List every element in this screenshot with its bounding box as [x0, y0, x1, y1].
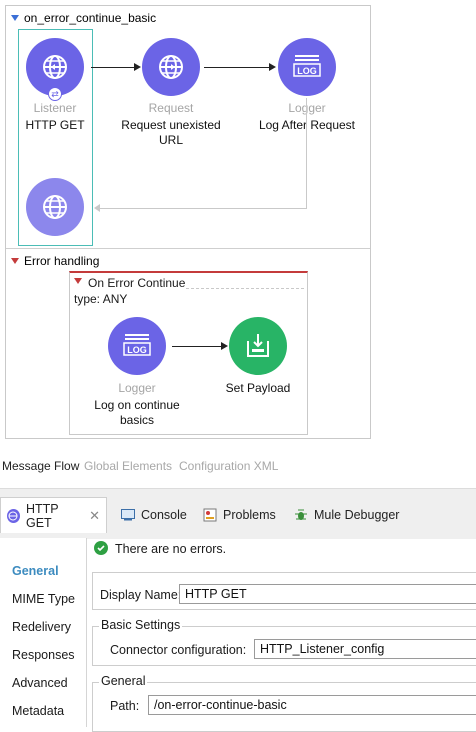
display-name-label: Display Name: [100, 588, 182, 602]
nav-advanced[interactable]: Advanced [12, 676, 68, 690]
exchange-pattern-icon: ⇄ [48, 87, 62, 101]
globe-icon [7, 508, 20, 523]
display-name-input[interactable] [179, 584, 476, 604]
tab-mule-debugger[interactable]: Mule Debugger [294, 497, 399, 533]
basic-settings-legend: Basic Settings [99, 618, 183, 632]
debugger-icon [295, 509, 307, 520]
tab-label: HTTP GET [25, 501, 59, 530]
flow-arrow [172, 346, 222, 347]
error-handling-header[interactable]: Error handling [11, 254, 99, 268]
section-divider [6, 248, 370, 249]
console-icon [121, 509, 135, 521]
scope-type: type: ANY [74, 292, 128, 306]
tab-http-get[interactable]: HTTP GET ✕ [0, 497, 107, 533]
error-logger-node-icon[interactable]: LOG [108, 317, 166, 375]
collapse-triangle-icon[interactable] [11, 15, 19, 21]
flow-header[interactable]: on_error_continue_basic [11, 11, 156, 25]
logger-type: Logger [288, 101, 326, 115]
globe-icon [159, 55, 183, 79]
nav-metadata[interactable]: Metadata [12, 704, 64, 718]
log-icon-text: LOG [127, 345, 147, 355]
tab-configuration-xml[interactable]: Configuration XML [179, 459, 278, 473]
tab-label: Problems [223, 508, 276, 522]
nav-general[interactable]: General [12, 564, 59, 578]
scope-dash-divider [186, 288, 304, 289]
request-node-icon[interactable] [142, 38, 200, 96]
response-return-line [306, 98, 307, 209]
listener-type: Listener [33, 101, 77, 115]
tab-label: Mule Debugger [314, 508, 400, 522]
panel-tab-bar: HTTP GET ✕ Console Problems Mule Debugge… [0, 488, 476, 539]
tab-problems[interactable]: Problems [203, 497, 276, 533]
set-payload-node-icon[interactable] [229, 317, 287, 375]
nav-responses[interactable]: Responses [12, 648, 75, 662]
logger-name: Log After Request [258, 118, 356, 132]
error-logger-name: Log on continue basics [94, 398, 180, 427]
properties-nav: General MIME Type Redelivery Responses A… [0, 538, 87, 727]
tab-global-elements[interactable]: Global Elements [84, 459, 172, 473]
arrow-head-icon [134, 63, 141, 71]
connector-config-label: Connector configuration: [110, 643, 247, 657]
problems-icon [203, 508, 217, 522]
error-logger-type: Logger [118, 381, 156, 395]
arrow-head-icon [269, 63, 276, 71]
listener-name: HTTP GET [25, 118, 85, 132]
nav-redelivery[interactable]: Redelivery [12, 620, 71, 634]
globe-icon [43, 195, 67, 219]
listener-response-node-icon[interactable] [26, 178, 84, 236]
globe-icon [43, 55, 67, 79]
close-icon[interactable]: ✕ [89, 508, 100, 524]
request-type: Request [148, 101, 194, 115]
collapse-triangle-icon[interactable] [11, 258, 19, 264]
scope-title: On Error Continue [88, 276, 186, 290]
check-icon [94, 541, 108, 555]
tab-label: Console [141, 508, 187, 522]
logger-node-icon[interactable]: LOG [278, 38, 336, 96]
path-label: Path: [110, 699, 140, 713]
request-name: Request unexisted URL [121, 118, 221, 147]
path-input[interactable] [148, 695, 476, 715]
nav-mime-type[interactable]: MIME Type [12, 592, 75, 606]
general-legend: General [99, 674, 148, 688]
connector-config-input[interactable] [254, 639, 476, 659]
flow-arrow [204, 67, 270, 68]
collapse-triangle-icon[interactable] [74, 276, 88, 286]
log-icon: LOG [293, 55, 321, 77]
arrow-head-icon [221, 342, 228, 350]
tab-message-flow[interactable]: Message Flow [2, 459, 79, 473]
return-arrow-head-icon [94, 204, 100, 212]
log-icon-text: LOG [297, 66, 317, 76]
validation-status: There are no errors. [115, 542, 227, 556]
set-payload-icon [247, 334, 269, 357]
error-handling-title: Error handling [24, 254, 100, 268]
set-payload-name: Set Payload [225, 381, 291, 395]
response-return-line [100, 208, 307, 209]
tab-console[interactable]: Console [121, 497, 187, 533]
flow-arrow [91, 67, 135, 68]
log-icon: LOG [123, 334, 151, 356]
flow-name: on_error_continue_basic [24, 11, 157, 25]
